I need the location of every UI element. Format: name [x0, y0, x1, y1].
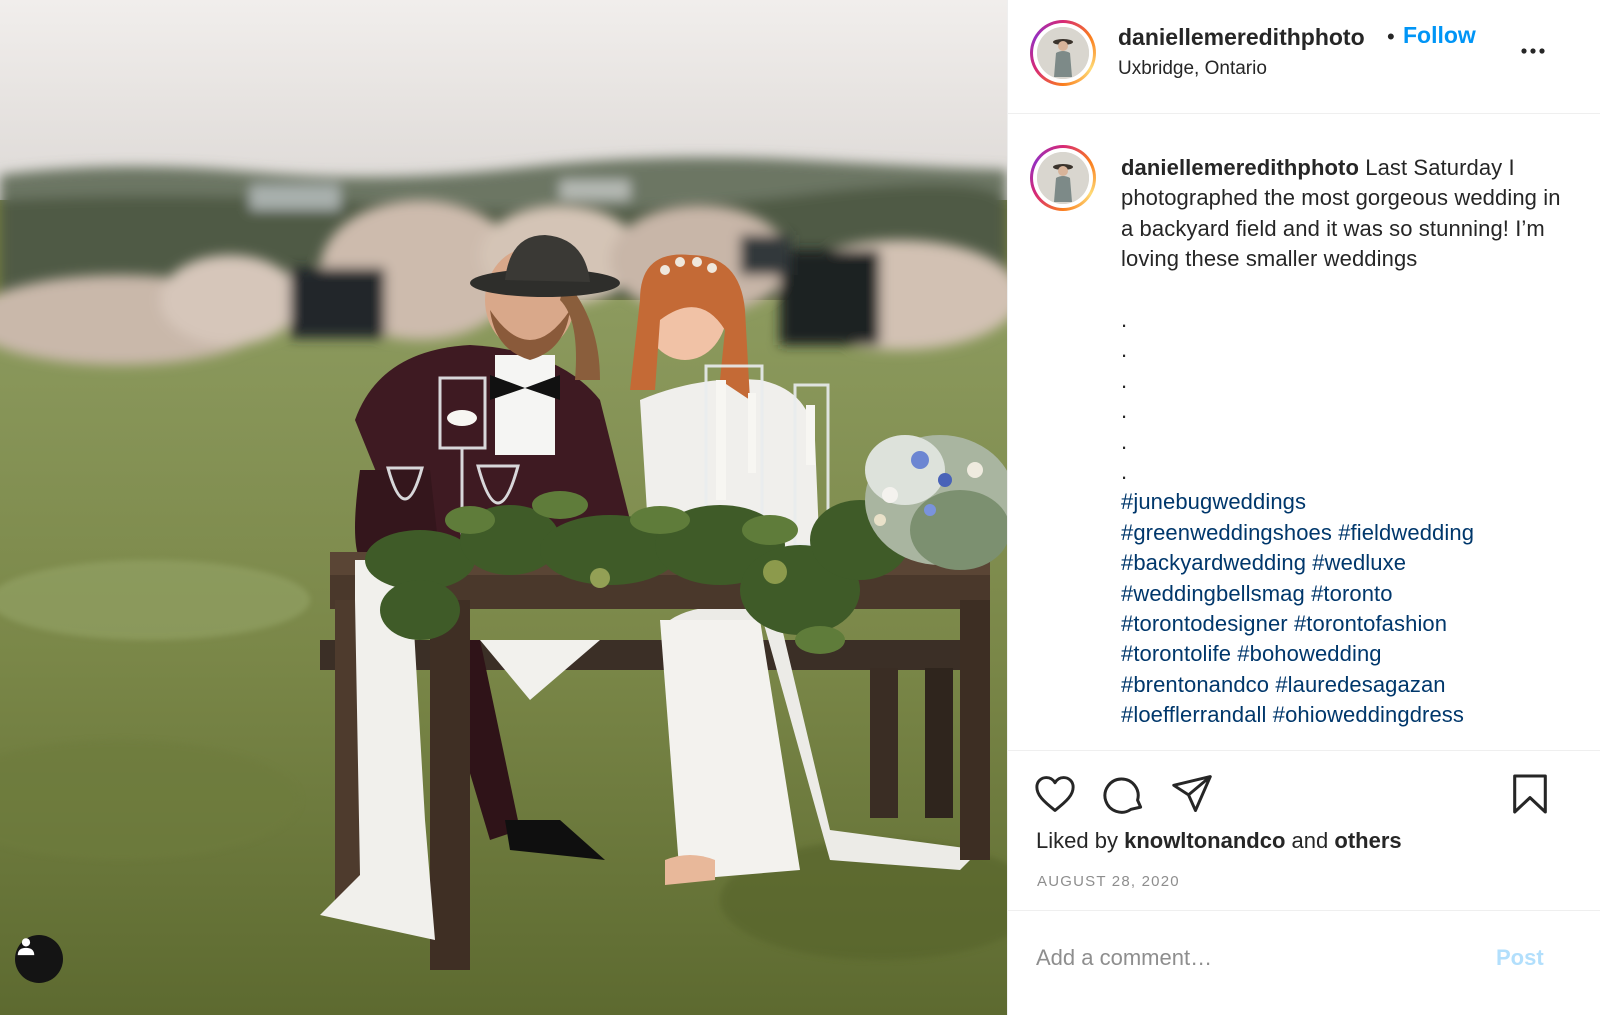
- likes-summary: Liked by knowltonandco and others: [1036, 828, 1402, 854]
- hashtag-line: #backyardwedding #wedluxe: [1121, 548, 1561, 578]
- caption-username[interactable]: daniellemeredithphoto: [1121, 155, 1359, 180]
- hashtag-line: #junebugweddings: [1121, 487, 1561, 517]
- avatar[interactable]: [1030, 20, 1096, 86]
- caption-dot: .: [1121, 398, 1128, 424]
- hashtag-link[interactable]: #brentonandco: [1121, 672, 1269, 697]
- liked-and-label: and: [1291, 828, 1329, 853]
- post-header: daniellemeredithphoto • Follow Uxbridge,…: [1008, 0, 1600, 114]
- post-location[interactable]: Uxbridge, Ontario: [1118, 58, 1267, 80]
- post-comment-button[interactable]: Post: [1496, 945, 1544, 971]
- like-button[interactable]: [1032, 771, 1078, 817]
- hashtag-link[interactable]: #greenweddingshoes: [1121, 520, 1332, 545]
- hashtag-link[interactable]: #loefflerrandall: [1121, 702, 1267, 727]
- caption-dot: .: [1121, 367, 1128, 393]
- comment-bar: Post: [1008, 910, 1600, 1015]
- post-caption: daniellemeredithphoto Last Saturday I ph…: [1121, 153, 1561, 731]
- hashtag-link[interactable]: #torontolife: [1121, 641, 1231, 666]
- more-horizontal-icon: [1521, 48, 1545, 54]
- hashtag-link[interactable]: #toronto: [1311, 581, 1393, 606]
- caption-dot: .: [1121, 428, 1128, 454]
- comment-button[interactable]: [1101, 771, 1147, 817]
- post-photo[interactable]: [0, 0, 1007, 1015]
- liked-by-user[interactable]: knowltonandco: [1124, 828, 1285, 853]
- post-date[interactable]: AUGUST 28, 2020: [1037, 873, 1180, 890]
- save-button[interactable]: [1507, 771, 1553, 817]
- tag-people-button[interactable]: [15, 935, 63, 983]
- hashtag-line: #torontolife #bohowedding: [1121, 639, 1561, 669]
- caption-dot: .: [1121, 337, 1128, 363]
- liked-by-others[interactable]: others: [1334, 828, 1401, 853]
- hashtag-line: #loefflerrandall #ohioweddingdress: [1121, 700, 1561, 730]
- hashtag-line: #weddingbellsmag #toronto: [1121, 579, 1561, 609]
- caption-avatar[interactable]: [1030, 145, 1096, 211]
- hashtag-link[interactable]: #ohioweddingdress: [1273, 702, 1464, 727]
- share-button[interactable]: [1169, 771, 1215, 817]
- heart-icon: [1035, 776, 1075, 812]
- hashtag-link[interactable]: #wedluxe: [1312, 550, 1406, 575]
- caption-section: daniellemeredithphoto Last Saturday I ph…: [1008, 115, 1600, 750]
- hashtag-link[interactable]: #weddingbellsmag: [1121, 581, 1305, 606]
- hashtag-link[interactable]: #torontofashion: [1294, 611, 1447, 636]
- hashtag-line: #brentonandco #lauredesagazan: [1121, 670, 1561, 700]
- comment-icon: [1103, 777, 1143, 814]
- user-tag-icon: [17, 938, 35, 956]
- hashtag-link[interactable]: #bohowedding: [1237, 641, 1381, 666]
- caption-dot: .: [1121, 458, 1128, 484]
- wedding-photo-illustration: [0, 0, 1007, 1015]
- hashtag-link[interactable]: #fieldwedding: [1338, 520, 1474, 545]
- follow-button[interactable]: Follow: [1403, 22, 1476, 49]
- comment-input[interactable]: [1036, 935, 1486, 981]
- hashtag-link[interactable]: #lauredesagazan: [1275, 672, 1445, 697]
- caption-dot: .: [1121, 307, 1128, 333]
- post-side-panel: daniellemeredithphoto • Follow Uxbridge,…: [1007, 0, 1600, 1015]
- separator-dot: •: [1387, 24, 1395, 49]
- post-author-username[interactable]: daniellemeredithphoto: [1118, 24, 1365, 51]
- hashtag-link[interactable]: #junebugweddings: [1121, 489, 1306, 514]
- bookmark-icon: [1513, 774, 1547, 814]
- liked-by-label: Liked by: [1036, 828, 1118, 853]
- avatar-photo: [1037, 27, 1089, 79]
- more-options-button[interactable]: [1518, 36, 1548, 66]
- hashtag-link[interactable]: #backyardwedding: [1121, 550, 1306, 575]
- hashtag-line: #torontodesigner #torontofashion: [1121, 609, 1561, 639]
- avatar-photo: [1037, 152, 1089, 204]
- caption-dots: ......: [1121, 305, 1561, 487]
- share-icon: [1172, 775, 1212, 812]
- post-actions: Liked by knowltonandco and others AUGUST…: [1008, 750, 1600, 910]
- hashtag-line: #greenweddingshoes #fieldwedding: [1121, 518, 1561, 548]
- caption-hashtags: #junebugweddings #greenweddingshoes #fiel…: [1121, 487, 1561, 730]
- hashtag-link[interactable]: #torontodesigner: [1121, 611, 1288, 636]
